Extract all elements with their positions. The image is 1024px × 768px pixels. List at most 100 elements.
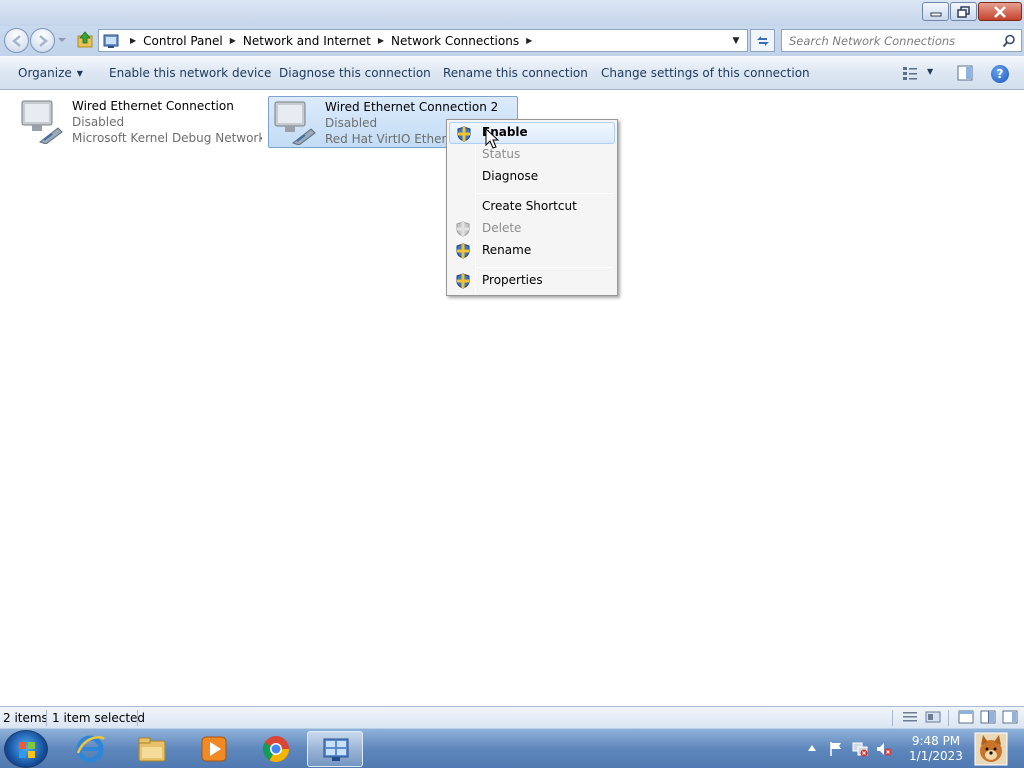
back-arrow-icon [12, 35, 21, 47]
enable-device-button[interactable]: Enable this network device [109, 66, 271, 80]
status-divider [46, 710, 47, 726]
status-bar: 2 items 1 item selected [0, 706, 1024, 728]
menu-item-label: Delete [482, 221, 522, 235]
breadcrumb-network-connections[interactable]: Network Connections [391, 34, 519, 48]
control-panel-icon [103, 34, 119, 48]
search-icon[interactable] [1002, 34, 1016, 48]
maximize-button[interactable] [950, 2, 977, 21]
command-bar: Organize ▼ Enable this network device Dia… [0, 56, 1024, 90]
taskbar-app-network-connections[interactable] [307, 731, 363, 767]
search-box[interactable] [781, 29, 1022, 52]
refresh-icon [756, 35, 769, 46]
internet-explorer-icon [76, 735, 105, 763]
address-dropdown-chevron-icon[interactable]: ▼ [727, 30, 745, 51]
recent-pages-chevron-icon[interactable] [58, 35, 66, 45]
breadcrumb-control-panel[interactable]: Control Panel [143, 34, 223, 48]
change-settings-button[interactable]: Change settings of this connection [601, 66, 810, 80]
address-bar[interactable]: ▶ Control Panel ▶ Network and Internet ▶… [98, 29, 748, 52]
minimize-button[interactable] [922, 2, 949, 21]
taskbar-app-chrome[interactable] [248, 731, 304, 767]
shield-icon [456, 221, 470, 237]
status-divider [948, 710, 949, 726]
menu-item-delete[interactable]: Delete [449, 218, 615, 240]
menu-item-status[interactable]: Status [449, 144, 615, 166]
menu-separator [477, 267, 613, 268]
address-row: ▶ Control Panel ▶ Network and Internet ▶… [0, 26, 1024, 56]
selection-count: 1 item selected [52, 711, 146, 725]
preview-pane-icon[interactable] [957, 65, 973, 81]
menu-item-enable[interactable]: Enable [449, 122, 615, 144]
connection-status: Disabled [72, 115, 125, 129]
user-avatar-tile[interactable] [972, 731, 1010, 767]
menu-item-create-shortcut[interactable]: Create Shortcut [449, 196, 615, 218]
windows-logo-icon [19, 742, 35, 758]
details-view-icon[interactable] [902, 710, 918, 724]
shield-icon [457, 126, 471, 142]
connection-device: Microsoft Kernel Debug Network ... [72, 131, 262, 145]
taskbar: 9:48 PM 1/1/2023 [0, 728, 1024, 768]
status-divider [892, 710, 893, 726]
tiles-view-icon[interactable] [925, 710, 941, 724]
menu-item-diagnose[interactable]: Diagnose [449, 166, 615, 188]
mouse-cursor-icon [485, 128, 499, 149]
organize-label: Organize [18, 66, 72, 80]
shield-icon [456, 273, 470, 289]
title-bar [0, 0, 1024, 26]
network-connections-icon [323, 738, 349, 761]
breadcrumb-separator-icon[interactable]: ▶ [130, 36, 136, 45]
dog-avatar-icon [974, 732, 1008, 766]
help-button[interactable]: ? [991, 65, 1009, 83]
back-button[interactable] [4, 28, 29, 53]
change-view-icon[interactable] [902, 65, 918, 81]
clock[interactable]: 9:48 PM 1/1/2023 [906, 734, 966, 764]
connection-name: Wired Ethernet Connection 2 [325, 100, 499, 114]
menu-item-properties[interactable]: Properties [449, 270, 615, 292]
layout-single-pane-icon[interactable] [958, 710, 974, 724]
breadcrumb-separator-icon[interactable]: ▶ [230, 36, 236, 45]
breadcrumb-separator-icon[interactable]: ▶ [378, 36, 384, 45]
connection-name: Wired Ethernet Connection [72, 99, 234, 113]
file-explorer-icon [138, 737, 166, 762]
restore-icon [956, 5, 970, 18]
diagnose-connection-button[interactable]: Diagnose this connection [279, 66, 431, 80]
clock-time: 9:48 PM [911, 734, 961, 748]
breadcrumb-separator-icon[interactable]: ▶ [526, 36, 532, 45]
forward-button[interactable] [30, 28, 55, 53]
view-options-chevron-icon[interactable]: ▼ [927, 67, 933, 76]
taskbar-app-media-player[interactable] [186, 731, 242, 767]
menu-separator [477, 193, 613, 194]
media-player-icon [201, 736, 227, 762]
taskbar-app-explorer[interactable] [124, 731, 180, 767]
search-input[interactable] [782, 30, 992, 51]
network-disconnected-icon[interactable] [852, 741, 868, 757]
context-menu: Enable Status Diagnose Create Shortcut D… [446, 119, 618, 296]
connection-details: Wired Ethernet Connection Disabled Micro… [72, 98, 262, 146]
chevron-down-icon: ▼ [76, 69, 83, 78]
show-hidden-icons-chevron-icon[interactable] [808, 745, 816, 751]
shield-icon [456, 243, 470, 259]
menu-item-label: Diagnose [482, 169, 539, 183]
up-folder-icon[interactable] [76, 31, 94, 49]
network-adapter-icon [274, 101, 316, 145]
breadcrumb-network-and-internet[interactable]: Network and Internet [243, 34, 371, 48]
refresh-button[interactable] [750, 29, 775, 52]
menu-item-label: Properties [482, 273, 543, 287]
network-adapter-icon [21, 100, 63, 144]
organize-menu-button[interactable]: Organize ▼ [18, 66, 83, 80]
taskbar-app-ie[interactable] [62, 731, 118, 767]
forward-arrow-icon [39, 35, 48, 47]
close-icon [994, 5, 1006, 18]
action-center-flag-icon[interactable] [828, 741, 844, 757]
layout-preview-pane-icon[interactable] [1002, 710, 1018, 724]
rename-connection-button[interactable]: Rename this connection [443, 66, 588, 80]
items-count: 2 items [3, 711, 48, 725]
layout-split-pane-icon[interactable] [980, 710, 996, 724]
volume-muted-icon[interactable] [876, 741, 892, 757]
start-button[interactable] [4, 730, 48, 768]
clock-date: 1/1/2023 [909, 749, 963, 763]
menu-item-rename[interactable]: Rename [449, 240, 615, 262]
menu-item-label: Rename [482, 243, 532, 257]
close-button[interactable] [978, 2, 1022, 21]
connection-item[interactable]: Wired Ethernet Connection Disabled Micro… [16, 96, 262, 148]
minimize-icon [930, 12, 941, 16]
